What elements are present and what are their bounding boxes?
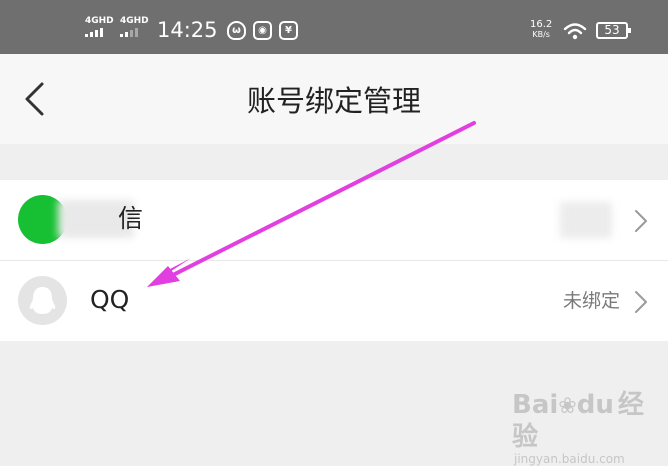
account-row-qq[interactable]: QQ 未绑定 (0, 260, 668, 341)
signal-bars-icon (120, 28, 149, 37)
page-title: 账号绑定管理 (246, 84, 421, 118)
qq-penguin-icon (29, 287, 56, 314)
cat-app-icon: ω (227, 21, 246, 40)
wifi-icon (563, 23, 587, 40)
redacted-status-mask (560, 202, 612, 238)
status-bar: 4GHD 4GHD 14:25 ω ◉ ¥ 16.2 KB/s 53 (0, 0, 668, 54)
account-row-wechat[interactable]: 信 (0, 180, 668, 260)
chevron-right-icon (635, 291, 647, 313)
clock: 14:25 (157, 18, 218, 42)
qq-binding-status: 未绑定 (562, 290, 620, 312)
pay-app-icon: ¥ (279, 21, 298, 40)
watermark-url: jingyan.baidu.com (514, 452, 625, 466)
watermark-paw-text: du (576, 390, 614, 420)
baidu-jingyan-watermark: Bai❀du 经验 jingyan.baidu.com (512, 390, 668, 466)
signal-bars-icon (85, 28, 114, 37)
navigation-bar: 账号绑定管理 (0, 54, 668, 144)
paw-icon: ❀ (558, 394, 577, 419)
box-app-icon: ◉ (253, 21, 272, 40)
wechat-label: 信 (118, 204, 144, 233)
account-binding-list: 信 QQ 未绑定 (0, 180, 668, 341)
net-speed-value: 16.2 (530, 19, 553, 30)
net-speed: 16.2 KB/s (530, 20, 552, 40)
net-speed-unit: KB/s (532, 30, 550, 39)
cellular-signal-1: 4GHD (85, 17, 114, 37)
cellular-signal-2: 4GHD (120, 17, 149, 37)
signal-1-label: 4GHD (85, 16, 114, 26)
signal-2-label: 4GHD (120, 16, 149, 26)
chevron-right-icon (635, 210, 647, 232)
qq-avatar (18, 276, 67, 325)
battery-icon: 53 (596, 22, 631, 39)
qq-label: QQ (90, 285, 130, 314)
watermark-brand: Bai (512, 390, 559, 420)
